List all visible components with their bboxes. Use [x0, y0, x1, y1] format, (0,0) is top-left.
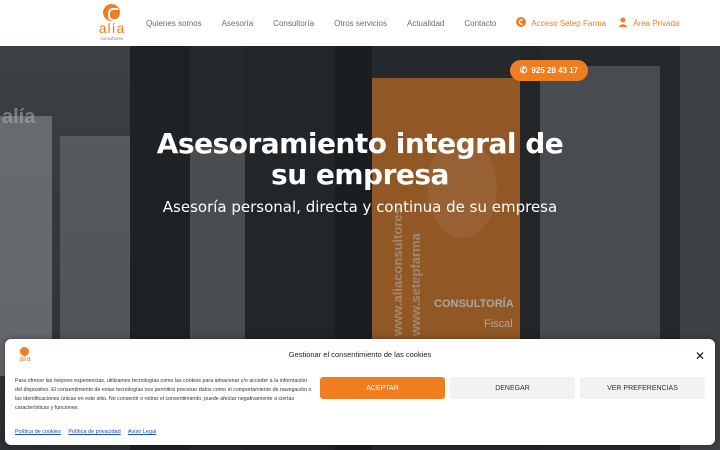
cookie-title: Gestionar el consentimiento de las cooki… — [288, 350, 432, 359]
site-logo[interactable]: alía consultores — [95, 3, 129, 43]
nav-item-asesoria[interactable]: Asesoría — [222, 19, 254, 28]
phone-icon: ✆ — [519, 65, 528, 75]
nav-item-area-privada[interactable]: Área Privada — [618, 17, 679, 29]
nav-item-contacto[interactable]: Contacto — [464, 19, 496, 28]
accept-button[interactable]: ACEPTAR — [320, 377, 445, 399]
cookie-logo: alía — [15, 347, 35, 369]
cookie-consent-banner: alía Gestionar el consentimiento de las … — [5, 339, 715, 445]
logo-subtext: consultores — [100, 36, 124, 41]
logo-wordmark: alía — [98, 20, 126, 36]
legal-notice-link[interactable]: Aviso Legal — [128, 429, 156, 435]
logo-mark-icon — [20, 347, 29, 356]
user-icon — [618, 17, 628, 29]
nav-item-setep-farma[interactable]: Acceso Setep Farma — [516, 17, 606, 29]
nav-item-otros-servicios[interactable]: Otros servicios — [334, 19, 387, 28]
nav-item-quienes-somos[interactable]: Quienes somos — [146, 19, 202, 28]
main-nav: Quienes somos Asesoría Consultoría Otros… — [146, 0, 679, 46]
area-privada-label: Área Privada — [633, 18, 680, 28]
phone-number: 925 28 43 17 — [531, 66, 579, 75]
privacy-policy-link[interactable]: Política de privacidad — [68, 429, 120, 435]
setep-label: Acceso Setep Farma — [531, 18, 607, 28]
cookie-policy-link[interactable]: Política de cookies — [15, 429, 61, 435]
site-header: alía consultores Quienes somos Asesoría … — [0, 0, 720, 46]
view-preferences-button[interactable]: VER PREFERENCIAS — [580, 377, 705, 399]
hero-subtitle: Asesoría personal, directa y continua de… — [162, 198, 558, 216]
cookie-links: Política de cookies Política de privacid… — [15, 429, 162, 435]
cookie-logo-text: alía — [19, 356, 31, 363]
setep-logo-icon — [516, 17, 527, 29]
nav-item-consultoria[interactable]: Consultoría — [273, 19, 314, 28]
nav-item-actualidad[interactable]: Actualidad — [407, 19, 444, 28]
cookie-description: Para ofrecer las mejores experiencias, u… — [15, 378, 312, 411]
deny-button[interactable]: DENEGAR — [450, 377, 575, 399]
logo-mark-icon — [103, 4, 120, 21]
phone-button[interactable]: ✆ 925 28 43 17 — [510, 60, 588, 81]
close-icon[interactable]: ✕ — [693, 349, 707, 363]
hero-title: Asesoramiento integral de su empresa — [156, 127, 564, 191]
